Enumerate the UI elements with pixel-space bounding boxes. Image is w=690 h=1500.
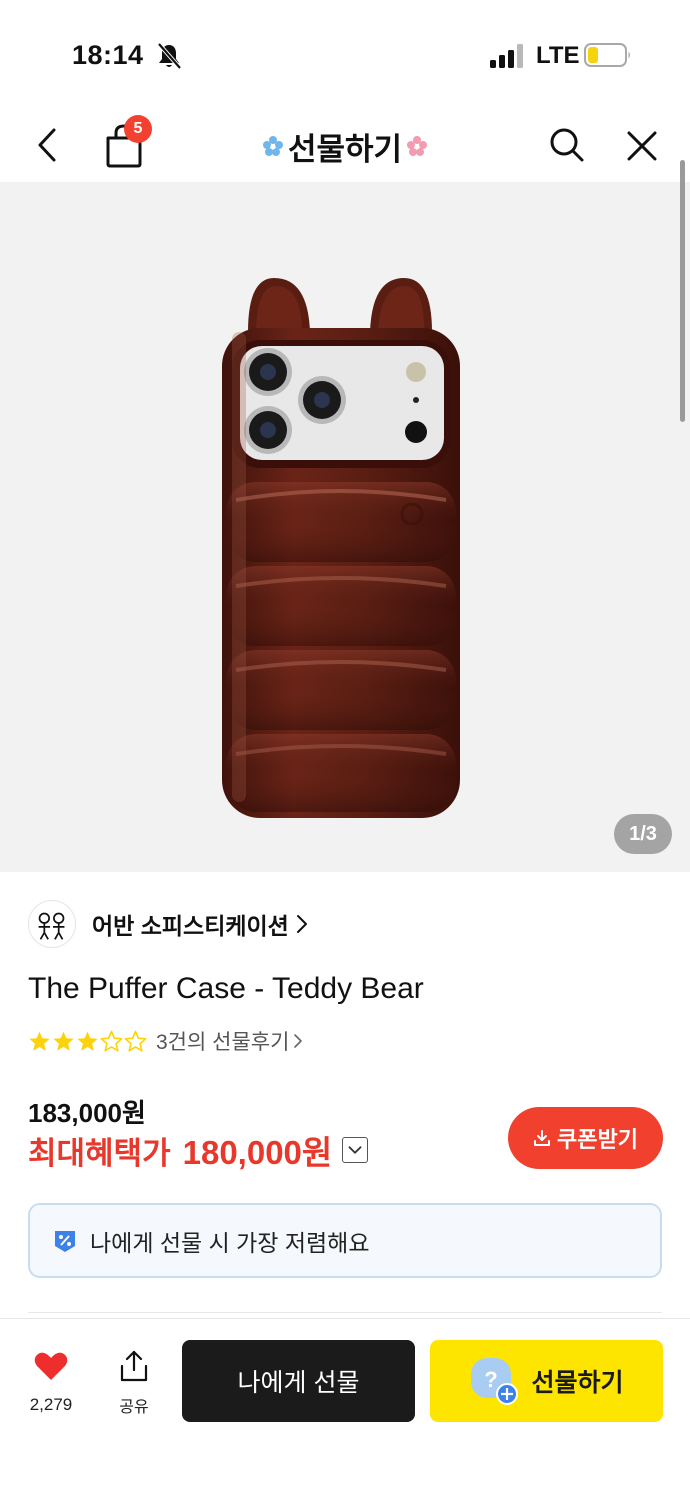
- chevron-right-icon: [296, 915, 307, 933]
- image-page-indicator: 1/3: [614, 814, 672, 854]
- self-gift-label: 나에게 선물: [237, 1369, 360, 1397]
- star-empty-icon: [100, 1030, 123, 1052]
- status-bar: 18:14 LTE: [0, 0, 690, 110]
- gift-label: 선물하기: [531, 1369, 624, 1397]
- like-count: 2,279: [29, 1395, 73, 1414]
- battery-icon: [584, 43, 630, 67]
- chevron-down-icon[interactable]: [342, 1137, 369, 1163]
- bell-off-icon: [157, 42, 182, 70]
- share-button[interactable]: 공유: [108, 1347, 160, 1419]
- friend-select-icon: ?: [471, 1358, 519, 1405]
- rating-row[interactable]: 3건의 선물후기: [28, 1026, 303, 1056]
- back-icon[interactable]: [30, 125, 66, 165]
- brand-name: 어반 소피스티케이션: [92, 913, 289, 939]
- download-icon: [534, 1130, 551, 1146]
- benefit-price-row: 최대혜택가 180,000원: [28, 1127, 369, 1173]
- self-gift-button[interactable]: 나에게 선물: [182, 1340, 415, 1422]
- network-label: LTE: [536, 42, 580, 69]
- review-link[interactable]: 3건의 선물후기: [156, 1026, 289, 1056]
- divider: [28, 1312, 662, 1313]
- blue-flower-icon: [262, 136, 283, 156]
- star-filled-icon: [77, 1031, 98, 1051]
- page-title-text: 선물하기: [287, 131, 403, 167]
- like-button[interactable]: 2,279: [22, 1347, 80, 1419]
- scrollbar[interactable]: [680, 160, 685, 422]
- signal-icon: [490, 44, 523, 68]
- svg-text:?: ?: [485, 1367, 498, 1392]
- product-gallery[interactable]: 1/3: [0, 182, 690, 872]
- discount-tag-icon: [55, 1230, 75, 1252]
- share-label: 공유: [119, 1399, 149, 1416]
- status-time: 18:14: [72, 40, 144, 70]
- coupon-label: 쿠폰받기: [557, 1127, 638, 1152]
- notice-text: 나에게 선물 시 가장 저렴해요: [90, 1229, 370, 1256]
- star-empty-icon: [124, 1030, 147, 1052]
- pink-flower-icon: [407, 136, 428, 156]
- share-icon: [120, 1350, 148, 1382]
- coupon-button[interactable]: 쿠폰받기: [508, 1107, 663, 1169]
- page-title: 선물하기: [260, 124, 430, 168]
- notice-box: 나에게 선물 시 가장 저렴해요: [28, 1203, 662, 1278]
- heart-icon: [34, 1352, 68, 1380]
- search-icon[interactable]: [546, 124, 586, 166]
- benefit-label: 최대혜택가: [28, 1135, 171, 1171]
- star-filled-icon: [29, 1031, 50, 1051]
- benefit-price: 180,000원: [182, 1134, 333, 1171]
- original-price: 183,000원: [28, 1098, 146, 1128]
- cart-badge: 5: [124, 115, 152, 143]
- bottom-action-bar: 2,279 공유 나에게 선물 ? 선물하기: [0, 1318, 690, 1500]
- nav-bar: 5 선물하기: [0, 110, 690, 182]
- gift-button[interactable]: ? 선물하기: [430, 1340, 663, 1422]
- star-filled-icon: [53, 1031, 74, 1051]
- star-rating: [28, 1030, 148, 1053]
- brand-logo: [28, 900, 76, 948]
- chevron-right-icon: [294, 1034, 303, 1048]
- close-icon[interactable]: [622, 126, 662, 166]
- product-image: [222, 278, 460, 818]
- product-title: The Puffer Case - Teddy Bear: [28, 972, 424, 1005]
- brand-link[interactable]: 어반 소피스티케이션: [28, 900, 309, 948]
